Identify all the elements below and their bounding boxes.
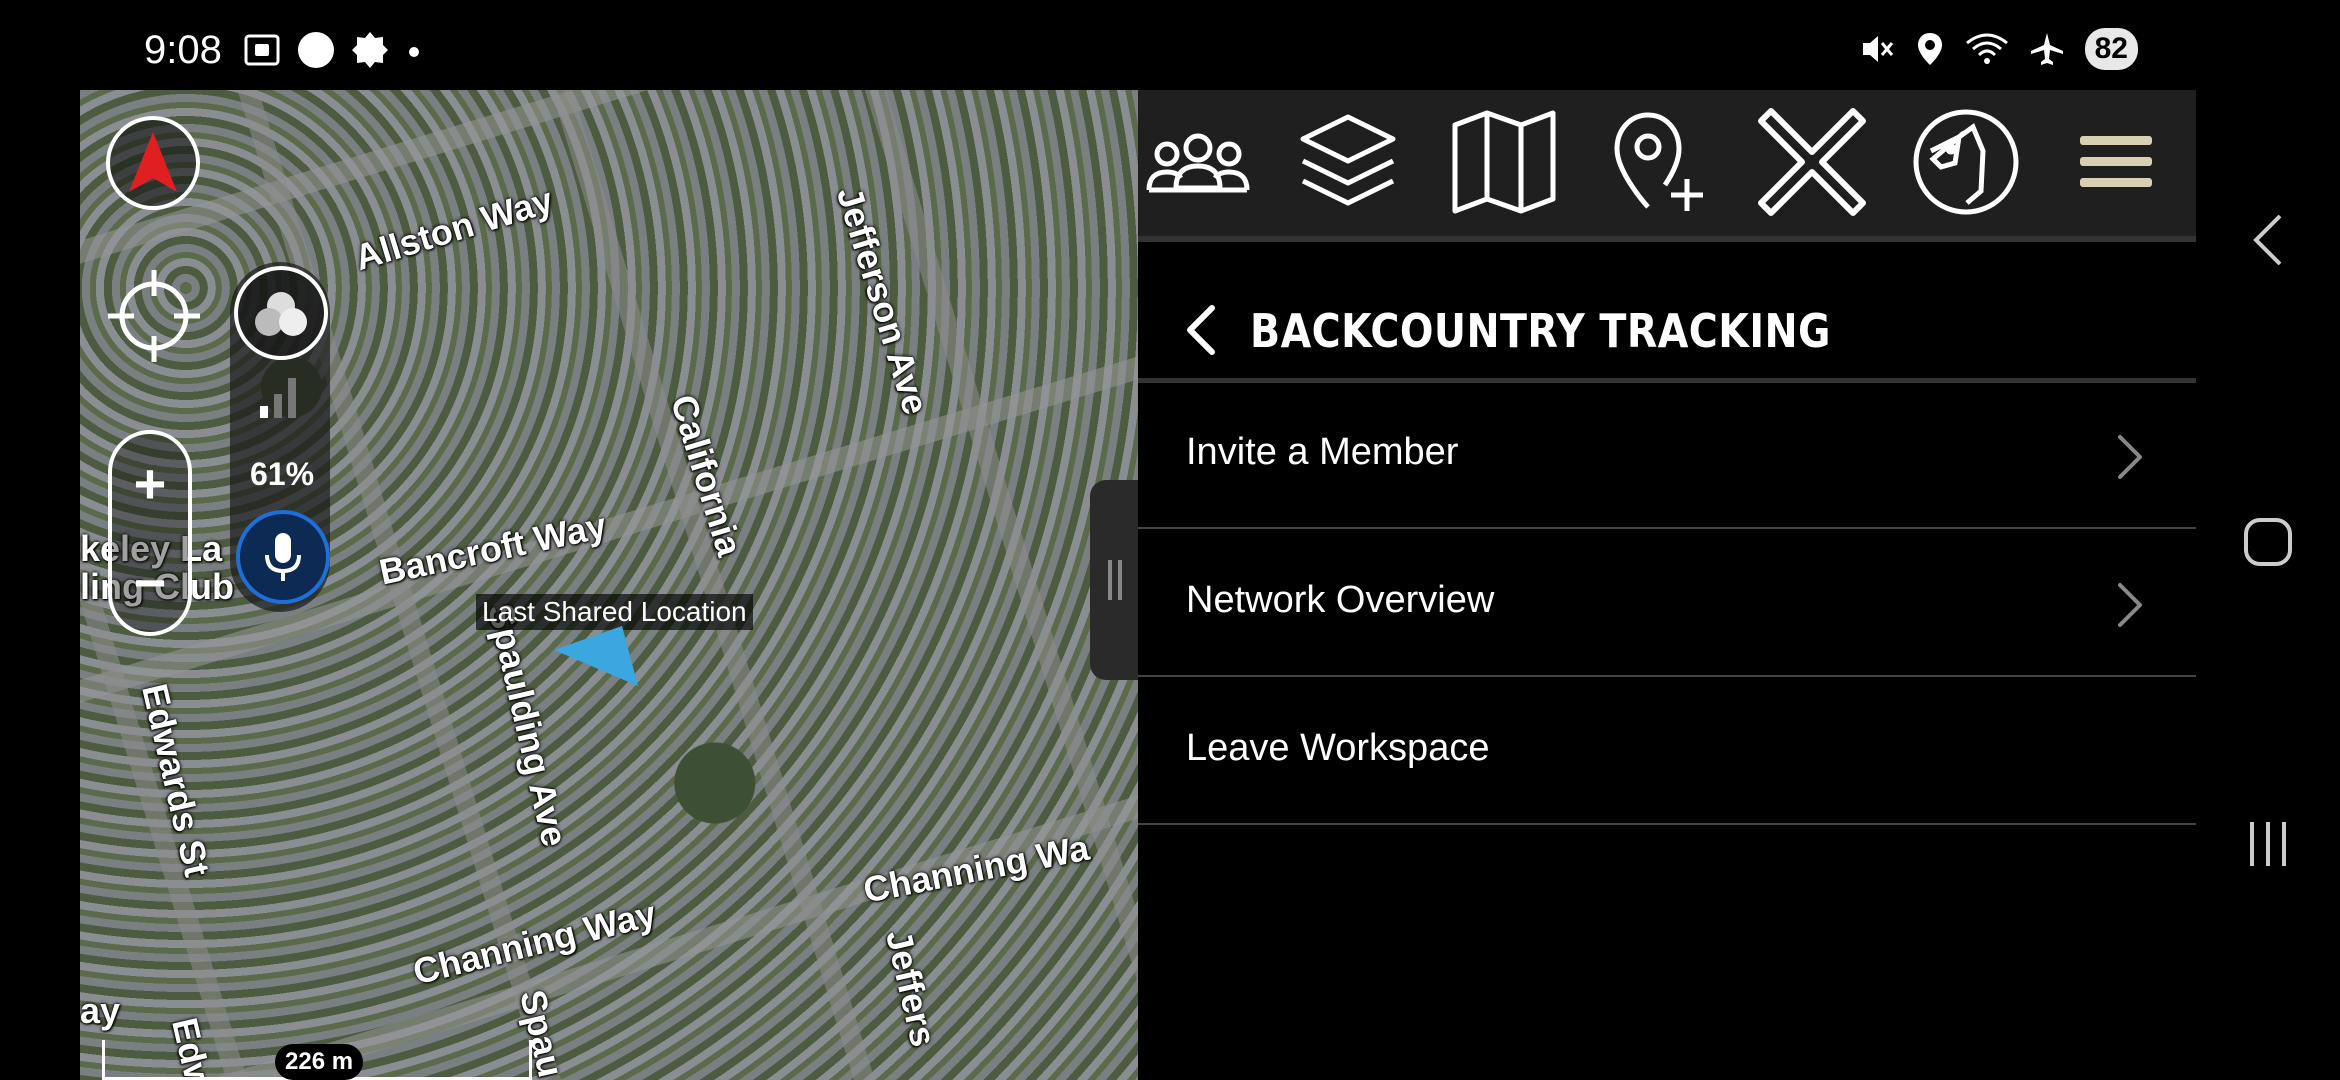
status-right-icons: 82 xyxy=(1859,28,2138,70)
chevron-right-icon xyxy=(2118,583,2142,627)
dog-tracker-icon xyxy=(1913,109,2019,215)
chevron-left-icon xyxy=(1187,305,1215,355)
push-to-talk-button[interactable] xyxy=(236,510,330,604)
crosshair-icon xyxy=(108,270,200,362)
wifi-icon xyxy=(1965,33,2008,64)
location-arrow-icon[interactable] xyxy=(550,620,640,690)
street-label: ay xyxy=(80,990,121,1031)
menu-icon xyxy=(2080,136,2152,187)
layers-button[interactable] xyxy=(1288,102,1408,222)
mute-icon xyxy=(1862,36,1893,62)
circle-icon xyxy=(298,32,334,68)
add-waypoint-icon xyxy=(1614,112,1703,211)
map-scale-label: 226 m xyxy=(275,1044,364,1080)
status-time: 9:08 xyxy=(144,28,222,72)
nav-home-icon xyxy=(2244,518,2292,566)
compass-arrow-icon xyxy=(129,132,177,192)
chevron-right-icon xyxy=(2118,435,2142,479)
close-icon xyxy=(1758,108,1866,216)
dot-icon xyxy=(409,47,419,57)
status-left-icons xyxy=(242,30,424,70)
badge-icon xyxy=(352,32,388,68)
close-tools-button[interactable] xyxy=(1752,102,1872,222)
battery-indicator: 82 xyxy=(2084,28,2138,70)
street-label: California xyxy=(662,390,751,561)
locate-button[interactable] xyxy=(104,266,204,366)
microphone-icon xyxy=(265,533,301,581)
add-waypoint-button[interactable] xyxy=(1598,102,1718,222)
zoom-control: + − xyxy=(108,430,192,636)
menu-item-invite-member[interactable]: Invite a Member xyxy=(1138,383,2196,529)
device-battery-percent: 61% xyxy=(250,456,315,492)
nav-recents-icon xyxy=(2250,822,2286,866)
members-icon xyxy=(1146,133,1250,193)
street-label: Jeffers xyxy=(878,926,945,1051)
back-button[interactable] xyxy=(1178,302,1228,358)
dog-tracker-button[interactable] xyxy=(1906,102,2026,222)
map-button[interactable] xyxy=(1444,102,1564,222)
device-button[interactable] xyxy=(234,266,328,360)
menu-item-leave-workspace[interactable]: Leave Workspace xyxy=(1138,679,2196,825)
street-label: Allston Way xyxy=(349,179,558,279)
street-label: Channing Way xyxy=(408,892,661,993)
street-label: Jefferson Ave xyxy=(828,182,937,420)
menu-item-label: Network Overview xyxy=(1186,579,1495,621)
device-logo-icon xyxy=(255,292,307,336)
signal-bars-icon xyxy=(260,378,296,418)
nav-back-button[interactable] xyxy=(2232,204,2304,276)
map-icon xyxy=(1452,110,1556,214)
nav-recents-button[interactable] xyxy=(2232,808,2304,880)
map-view[interactable]: Allston Way Jefferson Ave California Ban… xyxy=(80,90,1138,1080)
menu-item-label: Invite a Member xyxy=(1186,431,1459,473)
system-nav-bar xyxy=(2196,90,2340,1080)
compass-button[interactable] xyxy=(106,116,200,210)
airplane-icon xyxy=(2030,33,2063,65)
drawer-handle[interactable] xyxy=(1090,480,1140,680)
main-menu-button[interactable] xyxy=(2056,102,2176,222)
nav-home-button[interactable] xyxy=(2232,506,2304,578)
screen-record-icon xyxy=(244,34,280,66)
side-drawer: BACKCOUNTRY TRACKING Invite a Member Net… xyxy=(1138,90,2196,1080)
menu-item-network-overview[interactable]: Network Overview xyxy=(1138,531,2196,677)
street-label: Channing Wa xyxy=(859,826,1093,911)
members-button[interactable] xyxy=(1138,102,1258,222)
location-icon xyxy=(1917,33,1942,65)
street-label: Bancroft Way xyxy=(375,504,610,593)
street-label: Edwards St xyxy=(134,680,219,881)
zoom-in-button[interactable]: + xyxy=(134,455,167,512)
nav-back-icon xyxy=(2253,214,2282,266)
zoom-out-button[interactable]: − xyxy=(134,554,167,611)
page-title: BACKCOUNTRY TRACKING xyxy=(1250,304,1831,358)
menu-item-label: Leave Workspace xyxy=(1186,727,1490,769)
top-toolbar xyxy=(1138,90,2196,238)
status-bar: 9:08 82 xyxy=(0,0,2340,90)
layers-icon xyxy=(1300,114,1396,206)
